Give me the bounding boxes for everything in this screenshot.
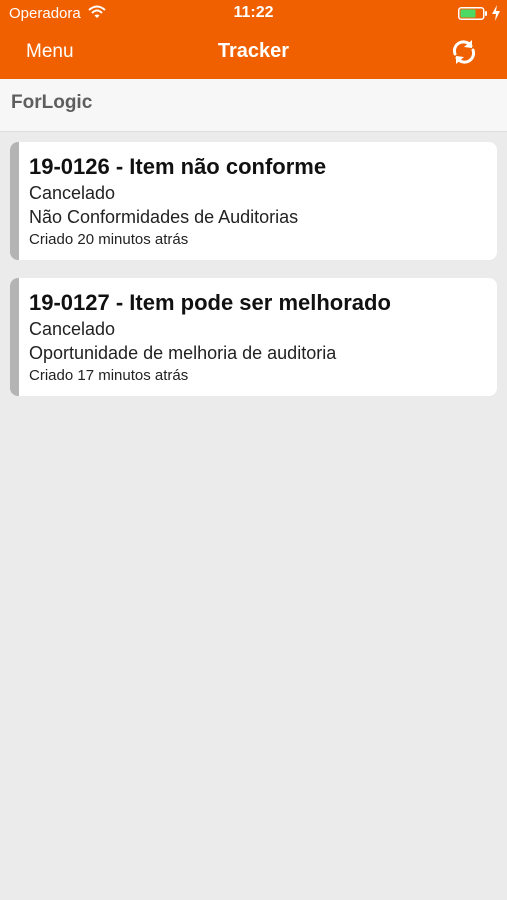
charging-icon bbox=[492, 5, 500, 21]
navigation-bar: Menu Tracker bbox=[0, 28, 507, 79]
item-status: Cancelado bbox=[29, 183, 116, 203]
page-title: Tracker bbox=[217, 40, 290, 62]
item-status: Cancelado bbox=[29, 319, 116, 339]
company-header: ForLogic bbox=[0, 79, 507, 132]
company-name: ForLogic bbox=[11, 92, 93, 113]
list-item[interactable]: 19-0126 - Item não conforme Cancelado Nã… bbox=[10, 142, 497, 260]
item-title: 19-0127 - Item pode ser melhorado bbox=[29, 290, 391, 315]
item-created-time: Criado 20 minutos atrás bbox=[29, 231, 189, 248]
item-category: Não Conformidades de Auditorias bbox=[29, 207, 299, 227]
battery-icon bbox=[458, 7, 487, 20]
list-item[interactable]: 19-0127 - Item pode ser melhorado Cancel… bbox=[10, 278, 497, 396]
app-screen: Operadora 11:22 Menu Tracker ForLogic 19… bbox=[0, 0, 507, 900]
item-created-time: Criado 17 minutos atrás bbox=[29, 367, 189, 384]
item-category: Oportunidade de melhoria de auditoria bbox=[29, 343, 337, 363]
refresh-icon[interactable] bbox=[448, 36, 480, 68]
menu-button[interactable]: Menu bbox=[26, 41, 74, 63]
item-title: 19-0126 - Item não conforme bbox=[29, 154, 327, 179]
card-accent-bar bbox=[10, 142, 19, 260]
top-bar: Operadora 11:22 Menu Tracker bbox=[0, 0, 507, 79]
card-accent-bar bbox=[10, 278, 19, 396]
status-time: 11:22 bbox=[233, 4, 274, 21]
status-bar: Operadora 11:22 bbox=[0, 0, 507, 28]
